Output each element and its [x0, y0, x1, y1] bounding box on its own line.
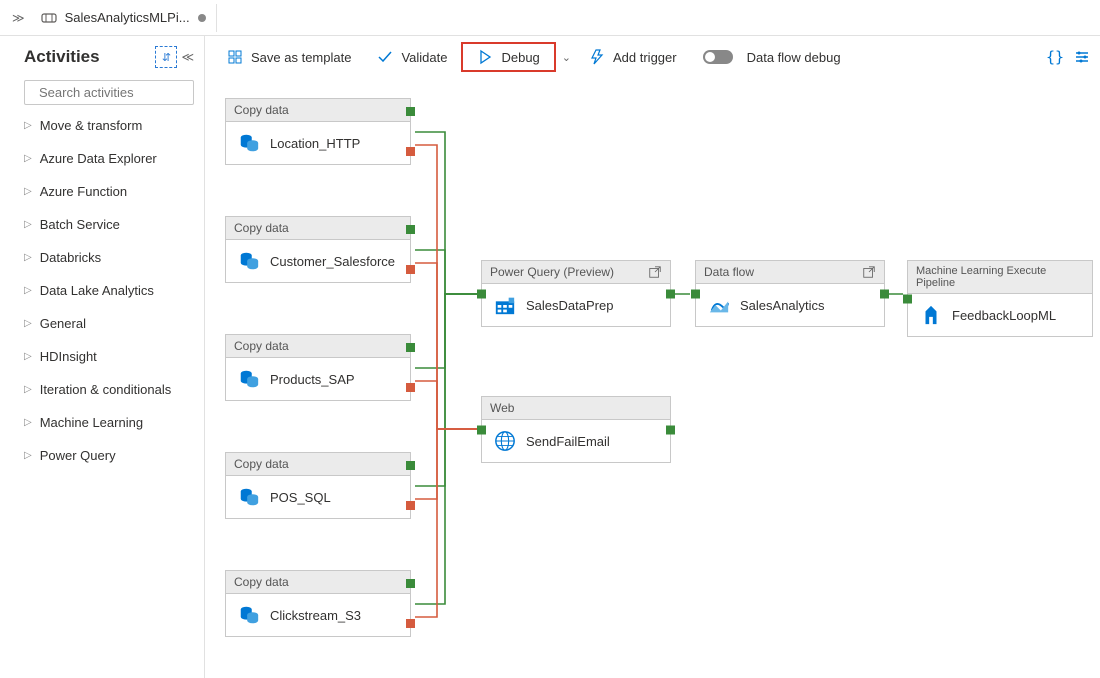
- chevron-right-icon: ▷: [24, 417, 32, 428]
- node-sendfailemail[interactable]: Web SendFailEmail: [481, 396, 671, 463]
- dataflow-icon: [708, 294, 730, 316]
- add-trigger-button[interactable]: Add trigger: [577, 43, 689, 71]
- powerquery-icon: [494, 294, 516, 316]
- chevron-right-icon: ▷: [24, 120, 32, 131]
- pipeline-tab[interactable]: SalesAnalyticsMLPi...: [31, 4, 217, 32]
- pipeline-canvas[interactable]: Save as template Validate Debug ⌄ Add tr…: [205, 36, 1100, 678]
- sidebar-item-general[interactable]: ▷General: [24, 311, 194, 336]
- chevron-right-icon: ▷: [24, 153, 32, 164]
- node-location-http[interactable]: Copy data Location_HTTP: [225, 98, 411, 165]
- open-icon[interactable]: [862, 265, 876, 279]
- expand-all-icon[interactable]: ⇵: [155, 46, 177, 68]
- save-as-template-button[interactable]: Save as template: [215, 43, 363, 71]
- search-input[interactable]: [39, 85, 215, 100]
- canvas-toolbar: Save as template Validate Debug ⌄ Add tr…: [205, 36, 1100, 78]
- chevron-right-icon: ▷: [24, 318, 32, 329]
- database-icon: [238, 132, 260, 154]
- open-icon[interactable]: [648, 265, 662, 279]
- expand-panel-icon[interactable]: ≫: [6, 7, 31, 29]
- database-icon: [238, 250, 260, 272]
- database-icon: [238, 604, 260, 626]
- sidebar-item-hdinsight[interactable]: ▷HDInsight: [24, 344, 194, 369]
- node-salesdataprep[interactable]: Power Query (Preview) SalesDataPrep: [481, 260, 671, 327]
- globe-icon: [494, 430, 516, 452]
- sidebar-item-machine-learning[interactable]: ▷Machine Learning: [24, 410, 194, 435]
- chevron-right-icon: ▷: [24, 186, 32, 197]
- tab-title: SalesAnalyticsMLPi...: [65, 10, 190, 25]
- node-pos-sql[interactable]: Copy data POS_SQL: [225, 452, 411, 519]
- sidebar-item-power-query[interactable]: ▷Power Query: [24, 443, 194, 468]
- sidebar-item-iteration-conditionals[interactable]: ▷Iteration & conditionals: [24, 377, 194, 402]
- trigger-icon: [589, 49, 605, 65]
- search-activities[interactable]: [24, 80, 194, 105]
- ml-icon: [920, 304, 942, 326]
- sidebar-item-azure-function[interactable]: ▷Azure Function: [24, 179, 194, 204]
- pipeline-icon: [41, 10, 57, 26]
- chevron-right-icon: ▷: [24, 351, 32, 362]
- collapse-panel-icon[interactable]: ≪: [181, 50, 194, 64]
- chevron-right-icon: ▷: [24, 450, 32, 461]
- database-icon: [238, 368, 260, 390]
- activities-panel: Activities ⇵ ≪ ▷Move & transform ▷Azure …: [0, 36, 205, 678]
- debug-dropdown[interactable]: ⌄: [558, 45, 575, 70]
- toggle-switch[interactable]: [703, 50, 733, 64]
- activities-title: Activities: [24, 47, 100, 67]
- settings-icon[interactable]: [1074, 49, 1090, 65]
- unsaved-indicator-icon: [198, 14, 206, 22]
- chevron-right-icon: ▷: [24, 252, 32, 263]
- sidebar-item-batch-service[interactable]: ▷Batch Service: [24, 212, 194, 237]
- sidebar-item-azure-data-explorer[interactable]: ▷Azure Data Explorer: [24, 146, 194, 171]
- code-view-icon[interactable]: {}: [1046, 48, 1064, 66]
- node-salesanalytics[interactable]: Data flow SalesAnalytics: [695, 260, 885, 327]
- sidebar-item-databricks[interactable]: ▷Databricks: [24, 245, 194, 270]
- sidebar-item-data-lake-analytics[interactable]: ▷Data Lake Analytics: [24, 278, 194, 303]
- check-icon: [377, 49, 393, 65]
- sidebar-item-move-transform[interactable]: ▷Move & transform: [24, 113, 194, 138]
- debug-button[interactable]: Debug: [461, 42, 555, 72]
- node-customer-salesforce[interactable]: Copy data Customer_Salesforce: [225, 216, 411, 283]
- chevron-right-icon: ▷: [24, 219, 32, 230]
- play-icon: [477, 49, 493, 65]
- node-products-sap[interactable]: Copy data Products_SAP: [225, 334, 411, 401]
- chevron-right-icon: ▷: [24, 285, 32, 296]
- dataflow-debug-toggle[interactable]: Data flow debug: [691, 44, 853, 71]
- node-feedbackloopml[interactable]: Machine Learning Execute Pipeline Feedba…: [907, 260, 1093, 337]
- validate-button[interactable]: Validate: [365, 43, 459, 71]
- database-icon: [238, 486, 260, 508]
- node-clickstream-s3[interactable]: Copy data Clickstream_S3: [225, 570, 411, 637]
- chevron-right-icon: ▷: [24, 384, 32, 395]
- template-icon: [227, 49, 243, 65]
